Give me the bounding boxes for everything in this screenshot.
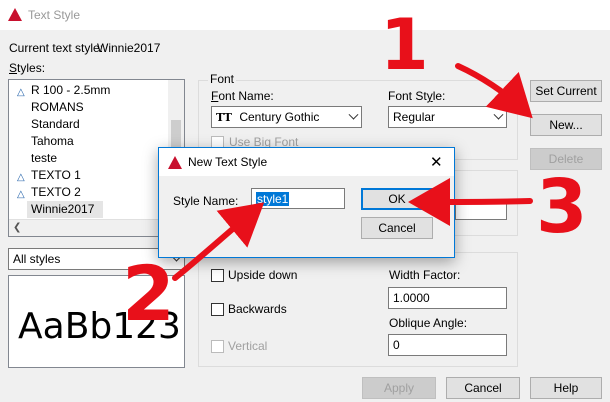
arrow-to-style-name — [172, 202, 265, 281]
arrow-to-new-button — [455, 63, 533, 119]
arrow-to-ok-button — [408, 177, 533, 226]
annotation-arrows — [172, 63, 533, 281]
